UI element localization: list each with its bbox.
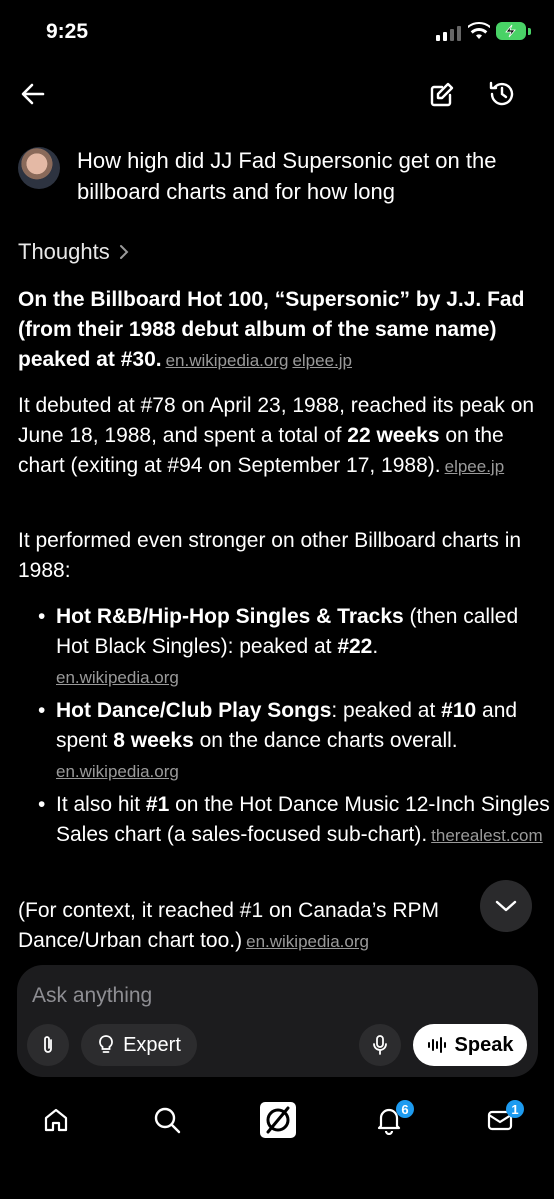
- user-avatar: [18, 147, 60, 189]
- source-link[interactable]: en.wikipedia.org: [56, 668, 179, 687]
- speak-button[interactable]: Speak: [413, 1024, 527, 1066]
- answer-bold: #10: [441, 699, 477, 722]
- answer-paragraph-2: It debuted at #78 on April 23, 1988, rea…: [18, 391, 540, 482]
- chevron-down-icon: [495, 900, 517, 912]
- answer-text: : peaked at: [331, 699, 442, 722]
- wifi-icon: [467, 21, 491, 45]
- source-link[interactable]: en.wikipedia.org: [56, 762, 179, 781]
- grok-logo-icon: [260, 1102, 296, 1138]
- source-link[interactable]: en.wikipedia.org: [246, 932, 369, 951]
- answer-paragraph-4: (For context, it reached #1 on Canada’s …: [18, 896, 478, 957]
- answer-text: (For context, it reached #1 on Canada’s …: [18, 899, 439, 952]
- battery-icon: [496, 22, 526, 40]
- tab-search[interactable]: [145, 1098, 189, 1142]
- answer-text: on the dance charts overall.: [193, 729, 458, 752]
- arrow-left-icon: [21, 83, 45, 105]
- source-link[interactable]: elpee.jp: [292, 351, 352, 370]
- answer-bold: Hot R&B/Hip-Hop Singles & Tracks: [56, 605, 404, 628]
- speak-label: Speak: [454, 1033, 514, 1056]
- source-link[interactable]: therealest.com: [431, 826, 543, 845]
- notifications-badge: 6: [396, 1100, 414, 1118]
- home-icon: [44, 1108, 68, 1132]
- source-link[interactable]: elpee.jp: [445, 457, 505, 476]
- ask-input[interactable]: Ask anything: [32, 984, 152, 1008]
- lightbulb-icon: [99, 1035, 114, 1053]
- list-item: • Hot Dance/Club Play Songs: peaked at #…: [38, 696, 552, 787]
- messages-badge: 1: [506, 1100, 524, 1118]
- scroll-to-bottom-button[interactable]: [480, 880, 532, 932]
- answer-text: .: [372, 635, 379, 658]
- history-button[interactable]: [482, 74, 522, 114]
- user-question: How high did JJ Fad Supersonic get on th…: [77, 148, 497, 204]
- thoughts-label: Thoughts: [18, 239, 110, 264]
- source-link[interactable]: en.wikipedia.org: [166, 351, 289, 370]
- bullet-dot: •: [38, 605, 46, 628]
- microphone-icon: [373, 1035, 387, 1055]
- thoughts-toggle[interactable]: Thoughts: [18, 239, 130, 265]
- back-button[interactable]: [13, 74, 53, 114]
- answer-paragraph-1: On the Billboard Hot 100, “Supersonic” b…: [18, 285, 540, 376]
- paperclip-icon: [44, 1036, 52, 1053]
- search-icon: [154, 1107, 181, 1134]
- expert-label: Expert: [123, 1033, 181, 1056]
- new-chat-button[interactable]: [422, 74, 462, 114]
- chevron-right-icon: [119, 245, 129, 259]
- tab-home[interactable]: [34, 1098, 78, 1142]
- attach-button[interactable]: [27, 1024, 69, 1066]
- history-icon: [489, 81, 514, 106]
- bullet-dot: •: [38, 699, 46, 722]
- cellular-signal-icon: [436, 26, 461, 41]
- tab-grok[interactable]: [256, 1098, 300, 1142]
- expert-mode-button[interactable]: Expert: [81, 1024, 197, 1066]
- answer-bold: #1: [145, 793, 170, 816]
- answer-text: It also hit: [56, 793, 146, 816]
- answer-bold: 8 weeks: [113, 729, 194, 752]
- waveform-icon: [427, 1037, 446, 1053]
- bullet-dot: •: [38, 793, 46, 816]
- answer-bold: Hot Dance/Club Play Songs: [56, 699, 332, 722]
- answer-paragraph-3: It performed even stronger on other Bill…: [18, 529, 522, 582]
- microphone-button[interactable]: [359, 1024, 401, 1066]
- list-item: • Hot R&B/Hip-Hop Singles & Tracks (then…: [38, 602, 552, 693]
- answer-bold: #22: [337, 635, 373, 658]
- edit-icon: [430, 82, 454, 107]
- battery-tip: [528, 28, 531, 35]
- list-item: • It also hit #1 on the Hot Dance Music …: [38, 790, 552, 851]
- answer-bold: 22 weeks: [347, 424, 440, 447]
- status-time: 9:25: [46, 20, 89, 43]
